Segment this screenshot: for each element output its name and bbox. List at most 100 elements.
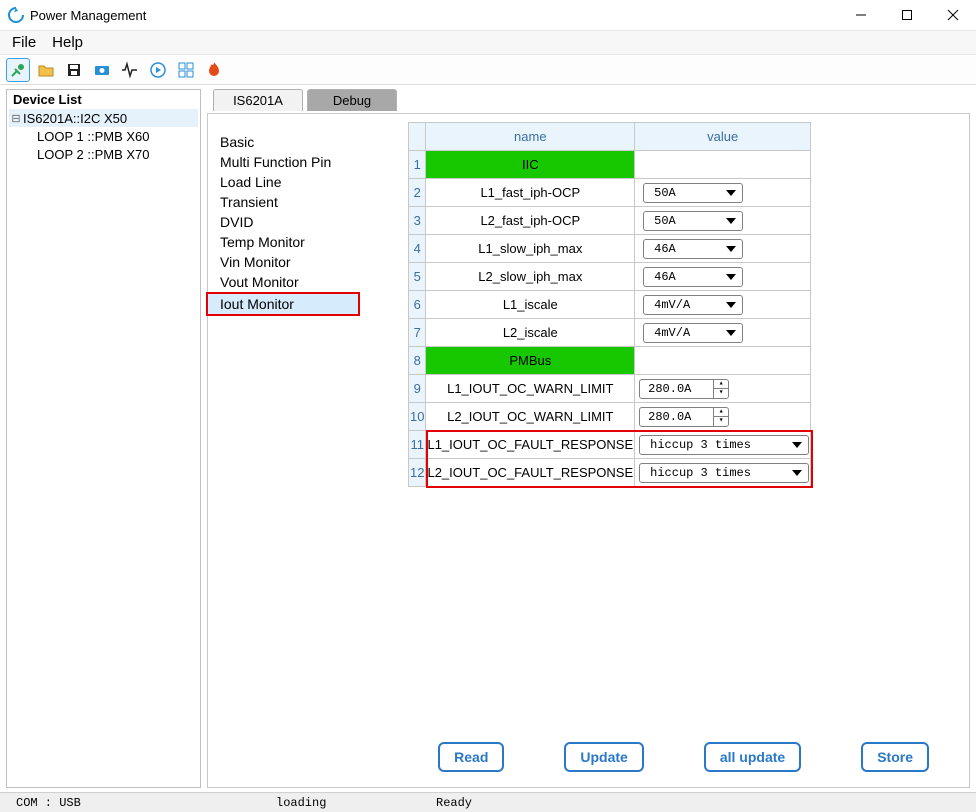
row-number: 10	[409, 403, 426, 431]
category-item[interactable]: Basic	[208, 132, 408, 152]
category-item[interactable]: Transient	[208, 192, 408, 212]
tab-debug[interactable]: Debug	[307, 89, 397, 111]
row-number: 2	[409, 179, 426, 207]
read-button[interactable]: Read	[438, 742, 504, 772]
status-bar: COM : USB loading Ready	[0, 792, 976, 812]
status-loading: loading	[260, 796, 420, 810]
device-root-label: IS6201A::I2C X50	[23, 111, 127, 126]
category-item[interactable]: DVID	[208, 212, 408, 232]
param-value-cell: hiccup 3 times	[635, 431, 811, 459]
row-number: 8	[409, 347, 426, 375]
category-item[interactable]: Load Line	[208, 172, 408, 192]
param-select[interactable]: 4mV/A	[643, 323, 743, 343]
table-row: 5L2_slow_iph_max46A	[409, 263, 811, 291]
update-button[interactable]: Update	[564, 742, 643, 772]
table-row: 11L1_IOUT_OC_FAULT_RESPONSEhiccup 3 time…	[409, 431, 811, 459]
category-item[interactable]: Temp Monitor	[208, 232, 408, 252]
param-value-cell: 50A	[635, 179, 811, 207]
device-list-sidebar: Device List ⊟ IS6201A::I2C X50 LOOP 1 ::…	[6, 89, 201, 788]
open-folder-icon[interactable]	[34, 58, 58, 82]
table-row: 12L2_IOUT_OC_FAULT_RESPONSEhiccup 3 time…	[409, 459, 811, 487]
param-value-cell	[635, 347, 811, 375]
param-value-cell: 280.0A▴▾	[635, 375, 811, 403]
param-value-cell	[635, 151, 811, 179]
device-child-label: LOOP 2 ::PMB X70	[37, 147, 149, 162]
row-number: 4	[409, 235, 426, 263]
col-value: value	[635, 123, 811, 151]
param-number[interactable]: 280.0A▴▾	[639, 407, 729, 427]
param-value-cell: hiccup 3 times	[635, 459, 811, 487]
row-number: 1	[409, 151, 426, 179]
param-select[interactable]: 50A	[643, 183, 743, 203]
param-name: L2_iscale	[426, 319, 635, 347]
table-row: 7L2_iscale4mV/A	[409, 319, 811, 347]
category-item[interactable]: Vout Monitor	[208, 272, 408, 292]
param-value-cell: 4mV/A	[635, 291, 811, 319]
maximize-button[interactable]	[884, 0, 930, 30]
status-ready: Ready	[420, 796, 488, 810]
save-icon[interactable]	[62, 58, 86, 82]
param-select[interactable]: 46A	[643, 267, 743, 287]
flame-icon[interactable]	[202, 58, 226, 82]
menu-file[interactable]: File	[4, 32, 44, 53]
device-child-label: LOOP 1 ::PMB X60	[37, 129, 149, 144]
status-com: COM : USB	[0, 796, 260, 810]
parameter-area: name value 1IIC2L1_fast_iph-OCP50A3L2_fa…	[408, 114, 969, 787]
param-value-cell: 280.0A▴▾	[635, 403, 811, 431]
row-number: 6	[409, 291, 426, 319]
param-value-cell: 50A	[635, 207, 811, 235]
close-button[interactable]	[930, 0, 976, 30]
chevron-down-icon	[726, 274, 736, 280]
row-number: 3	[409, 207, 426, 235]
menubar: File Help	[0, 30, 976, 55]
minimize-button[interactable]	[838, 0, 884, 30]
param-value-cell: 4mV/A	[635, 319, 811, 347]
category-item[interactable]: Iout Monitor	[208, 294, 358, 314]
chevron-down-icon	[726, 190, 736, 196]
titlebar: Power Management	[0, 0, 976, 30]
toolbar	[0, 55, 976, 85]
category-item[interactable]: Multi Function Pin	[208, 152, 408, 172]
spin-buttons[interactable]: ▴▾	[713, 408, 728, 426]
device-child[interactable]: LOOP 1 ::PMB X60	[9, 127, 198, 145]
category-list: BasicMulti Function PinLoad LineTransien…	[208, 114, 408, 787]
param-number[interactable]: 280.0A▴▾	[639, 379, 729, 399]
param-name: L1_slow_iph_max	[426, 235, 635, 263]
connect-icon[interactable]	[6, 58, 30, 82]
waveform-icon[interactable]	[118, 58, 142, 82]
category-item[interactable]: Vin Monitor	[208, 252, 408, 272]
tab-device[interactable]: IS6201A	[213, 89, 303, 111]
device-child[interactable]: LOOP 2 ::PMB X70	[9, 145, 198, 163]
all-update-button[interactable]: all update	[704, 742, 801, 772]
store-button[interactable]: Store	[861, 742, 929, 772]
play-icon[interactable]	[146, 58, 170, 82]
menu-help[interactable]: Help	[44, 32, 91, 53]
table-row: 9L1_IOUT_OC_WARN_LIMIT280.0A▴▾	[409, 375, 811, 403]
spin-buttons[interactable]: ▴▾	[713, 380, 728, 398]
row-number: 11	[409, 431, 426, 459]
chevron-down-icon	[792, 442, 802, 448]
device-list-heading: Device List	[7, 90, 200, 109]
param-name: L2_IOUT_OC_FAULT_RESPONSE	[426, 459, 635, 487]
collapse-toggle[interactable]: ⊟	[9, 112, 23, 125]
row-number: 5	[409, 263, 426, 291]
param-select[interactable]: 46A	[643, 239, 743, 259]
chevron-down-icon	[792, 470, 802, 476]
param-value-cell: 46A	[635, 263, 811, 291]
param-select[interactable]: 4mV/A	[643, 295, 743, 315]
app-icon	[8, 7, 24, 23]
col-name: name	[426, 123, 635, 151]
window-title: Power Management	[30, 8, 968, 23]
param-select[interactable]: 50A	[643, 211, 743, 231]
device-root[interactable]: ⊟ IS6201A::I2C X50	[9, 109, 198, 127]
param-name: L1_iscale	[426, 291, 635, 319]
grid-icon[interactable]	[174, 58, 198, 82]
table-row: 8PMBus	[409, 347, 811, 375]
param-select[interactable]: hiccup 3 times	[639, 435, 809, 455]
table-row: 6L1_iscale 4mV/A	[409, 291, 811, 319]
camera-icon[interactable]	[90, 58, 114, 82]
param-value-cell: 46A	[635, 235, 811, 263]
param-select[interactable]: hiccup 3 times	[639, 463, 809, 483]
param-name: PMBus	[426, 347, 635, 375]
chevron-down-icon	[726, 330, 736, 336]
